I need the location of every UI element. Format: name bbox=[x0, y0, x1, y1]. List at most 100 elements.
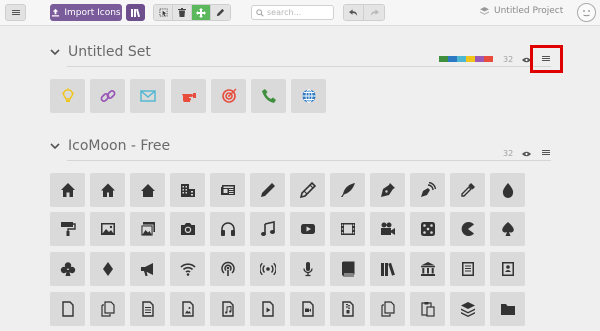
color-swatch bbox=[448, 56, 457, 62]
set-color-palette[interactable] bbox=[439, 56, 493, 62]
profile-icon[interactable] bbox=[490, 252, 525, 286]
hand-point-icon[interactable] bbox=[171, 79, 206, 113]
history-controls bbox=[343, 4, 385, 21]
set-header-icomoon[interactable]: IcoMoon - Free bbox=[50, 138, 170, 154]
project-name: Untitled Project bbox=[494, 6, 564, 16]
pacman-icon[interactable] bbox=[450, 212, 485, 246]
connection-icon[interactable] bbox=[170, 252, 205, 286]
quill-icon[interactable] bbox=[330, 173, 365, 207]
library-button[interactable] bbox=[126, 4, 145, 21]
main-menu-button[interactable] bbox=[5, 4, 26, 21]
file-empty-icon[interactable] bbox=[50, 292, 85, 326]
import-icons-button[interactable]: Import Icons bbox=[50, 4, 122, 21]
droplet-icon[interactable] bbox=[490, 173, 525, 207]
search-input[interactable] bbox=[267, 8, 329, 17]
avatar[interactable] bbox=[577, 3, 596, 22]
select-mode-button[interactable] bbox=[154, 5, 173, 20]
project-selector[interactable]: Untitled Project bbox=[480, 6, 563, 16]
file-music-icon[interactable] bbox=[210, 292, 245, 326]
chevron-down-icon bbox=[50, 142, 60, 149]
edit-mode-button[interactable] bbox=[211, 5, 230, 20]
set-title: Untitled Set bbox=[68, 44, 151, 60]
file-text2-icon[interactable] bbox=[130, 292, 165, 326]
home-icon[interactable] bbox=[50, 173, 85, 207]
file-play-icon[interactable] bbox=[250, 292, 285, 326]
color-swatch bbox=[466, 56, 475, 62]
diamonds-icon[interactable] bbox=[90, 252, 125, 286]
copy-icon[interactable] bbox=[370, 292, 405, 326]
paste-icon[interactable] bbox=[410, 292, 445, 326]
lightbulb-icon[interactable] bbox=[50, 79, 85, 113]
play-icon[interactable] bbox=[290, 212, 325, 246]
color-swatch bbox=[457, 56, 466, 62]
files-empty-icon[interactable] bbox=[90, 292, 125, 326]
top-toolbar: Import Icons Untitled Project bbox=[0, 0, 600, 26]
set-divider bbox=[67, 160, 551, 161]
highlight-box bbox=[530, 45, 563, 73]
set-icon-count: 32 bbox=[503, 149, 514, 158]
phone-icon[interactable] bbox=[251, 79, 286, 113]
images-icon[interactable] bbox=[130, 212, 165, 246]
file-zip-icon[interactable] bbox=[330, 292, 365, 326]
paint-format-icon[interactable] bbox=[50, 212, 85, 246]
move-icon bbox=[196, 7, 206, 18]
file-video-icon[interactable] bbox=[290, 292, 325, 326]
podcast-icon[interactable] bbox=[210, 252, 245, 286]
video-camera-icon[interactable] bbox=[370, 212, 405, 246]
pencil2-icon[interactable] bbox=[290, 173, 325, 207]
eyedropper-icon[interactable] bbox=[450, 173, 485, 207]
book-icon[interactable] bbox=[330, 252, 365, 286]
undo-button[interactable] bbox=[344, 5, 364, 20]
trash-icon bbox=[178, 8, 186, 17]
color-swatch bbox=[475, 56, 484, 62]
image-icon[interactable] bbox=[90, 212, 125, 246]
spades-icon[interactable] bbox=[490, 212, 525, 246]
camera-icon[interactable] bbox=[170, 212, 205, 246]
office-icon[interactable] bbox=[170, 173, 205, 207]
home3-icon[interactable] bbox=[130, 173, 165, 207]
upload-icon bbox=[52, 8, 60, 17]
smiley-icon bbox=[583, 10, 590, 17]
set-divider bbox=[67, 66, 551, 67]
headphones-icon[interactable] bbox=[210, 212, 245, 246]
set-icon-count: 32 bbox=[503, 55, 514, 64]
delete-mode-button[interactable] bbox=[173, 5, 192, 20]
mode-selector bbox=[153, 4, 231, 21]
target-icon[interactable] bbox=[211, 79, 246, 113]
home2-icon[interactable] bbox=[90, 173, 125, 207]
globe-icon[interactable] bbox=[291, 79, 326, 113]
redo-button[interactable] bbox=[364, 5, 384, 20]
redo-icon bbox=[370, 8, 379, 16]
set-header-untitled[interactable]: Untitled Set bbox=[50, 44, 151, 60]
newspaper-icon[interactable] bbox=[210, 173, 245, 207]
link-icon[interactable] bbox=[90, 79, 125, 113]
color-swatch bbox=[484, 56, 493, 62]
search-icon bbox=[256, 8, 264, 17]
set-title: IcoMoon - Free bbox=[68, 138, 171, 154]
blog-icon[interactable] bbox=[410, 173, 445, 207]
envelope-icon[interactable] bbox=[130, 79, 165, 113]
dice-icon[interactable] bbox=[410, 212, 445, 246]
books-icon[interactable] bbox=[370, 252, 405, 286]
folder-icon[interactable] bbox=[490, 292, 525, 326]
mic-icon[interactable] bbox=[290, 252, 325, 286]
stack-icon[interactable] bbox=[450, 292, 485, 326]
clubs-icon[interactable] bbox=[50, 252, 85, 286]
pen-icon[interactable] bbox=[370, 173, 405, 207]
file-text-icon[interactable] bbox=[450, 252, 485, 286]
film-icon[interactable] bbox=[330, 212, 365, 246]
library-icon bbox=[130, 8, 140, 17]
feed-icon[interactable] bbox=[250, 252, 285, 286]
pencil-icon[interactable] bbox=[250, 173, 285, 207]
pencil-icon bbox=[216, 8, 225, 17]
music-icon[interactable] bbox=[250, 212, 285, 246]
cursor-icon bbox=[158, 8, 168, 17]
file-picture-icon[interactable] bbox=[170, 292, 205, 326]
move-mode-button[interactable] bbox=[192, 5, 211, 20]
bullhorn-icon[interactable] bbox=[130, 252, 165, 286]
eye-icon[interactable] bbox=[522, 151, 531, 157]
stack-icon bbox=[480, 6, 489, 15]
library-icon[interactable] bbox=[410, 252, 445, 286]
set-menu-icon[interactable] bbox=[542, 150, 550, 155]
import-icons-label: Import Icons bbox=[64, 7, 121, 18]
